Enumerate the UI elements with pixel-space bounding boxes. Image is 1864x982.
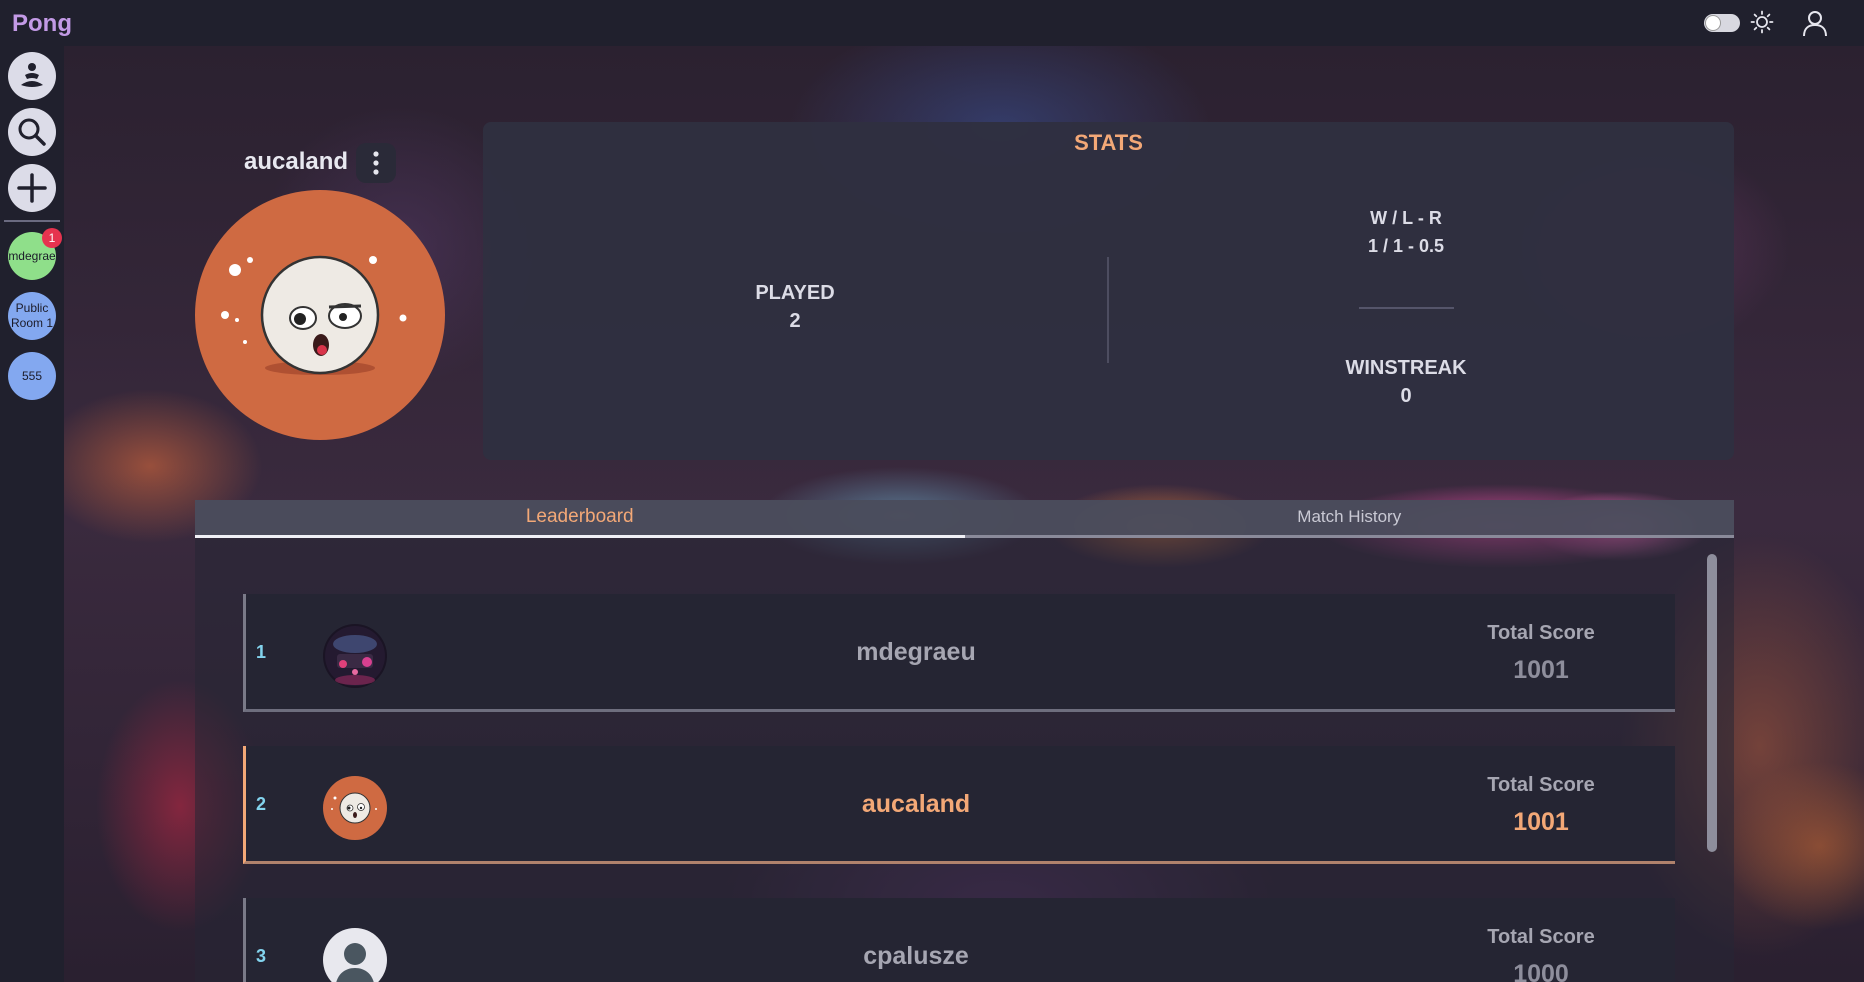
row-rank: 1 [256,642,267,662]
stat-winstreak: WINSTREAK 0 [1306,354,1506,410]
tab-bar: Leaderboard Match History [195,500,1734,538]
meditation-icon [21,63,43,87]
leaderboard-row[interactable]: 1 mdegraeu Total Score 1001 [243,594,1675,712]
more-vertical-icon [373,151,379,175]
stat-played: PLAYED 2 [710,279,880,335]
notification-badge: 1 [42,228,62,248]
row-score-label: Total Score [1487,774,1595,796]
winstreak-label: WINSTREAK [1345,357,1467,379]
stats-horizontal-divider [1359,307,1454,309]
sidebar: mdegrae 1 Public Room 1 555 [0,46,64,982]
wlr-value: 1 / 1 - 0.5 [1367,236,1445,256]
sidebar-divider [4,220,60,222]
tab-label: Match History [1297,507,1402,526]
tab-match-history[interactable]: Match History [964,500,1734,538]
leaderboard-row[interactable]: 3 cpalusze Total Score 1000 [243,898,1675,982]
row-score-value: 1001 [1513,808,1569,836]
sun-icon[interactable] [1750,10,1774,34]
theme-toggle[interactable] [1704,14,1740,32]
row-player-name: aucaland [861,790,971,818]
user-avatar-image [323,624,387,688]
wlr-label: W / L - R [1370,208,1442,228]
row-score-label: Total Score [1487,622,1595,644]
ball-face-icon [221,255,407,375]
row-rank: 3 [256,946,267,966]
stats-title: STATS [1074,130,1143,155]
row-rank: 2 [256,794,267,814]
leaderboard-row-current-user[interactable]: 2 aucaland Total Score 1001 [243,746,1675,864]
home-button[interactable] [8,52,56,100]
winstreak-value: 0 [1400,385,1412,407]
stats-panel: STATS PLAYED 2 W / L - R 1 / 1 - 0.5 WIN… [483,122,1734,460]
room-public-room-1[interactable]: Public Room 1 [8,292,56,340]
avatar [323,928,387,982]
room-label: mdegrae [8,248,56,263]
avatar [323,776,387,840]
search-icon [18,118,46,146]
stats-vertical-divider [1107,257,1109,363]
top-bar: Pong [0,0,1864,46]
plus-icon [17,173,47,203]
row-score-value: 1001 [1513,656,1569,684]
room-555[interactable]: 555 [8,352,56,400]
default-avatar-icon [336,943,374,982]
tab-leaderboard[interactable]: Leaderboard [195,500,965,538]
create-room-button[interactable] [8,164,56,212]
room-label: 555 [21,368,43,383]
played-label: PLAYED [755,282,835,304]
leaderboard-scrollbar[interactable] [1707,554,1717,852]
app-title[interactable]: Pong [12,10,72,38]
tab-label: Leaderboard [525,506,634,527]
toggle-knob [1706,16,1720,30]
profile-username: aucaland [244,148,349,175]
row-player-name: cpalusze [863,942,969,970]
avatar [323,624,387,688]
user-icon[interactable] [1800,8,1830,38]
search-button[interactable] [8,108,56,156]
profile-avatar [195,190,445,440]
row-score-value: 1000 [1513,960,1569,982]
row-player-name: mdegraeu [856,638,976,666]
room-label: Public Room 1 [10,301,54,330]
stat-wlr: W / L - R 1 / 1 - 0.5 [1306,204,1506,260]
played-value: 2 [789,310,801,332]
row-score-label: Total Score [1487,926,1595,948]
ball-face-icon [331,792,377,824]
profile-menu-button[interactable] [356,143,396,183]
